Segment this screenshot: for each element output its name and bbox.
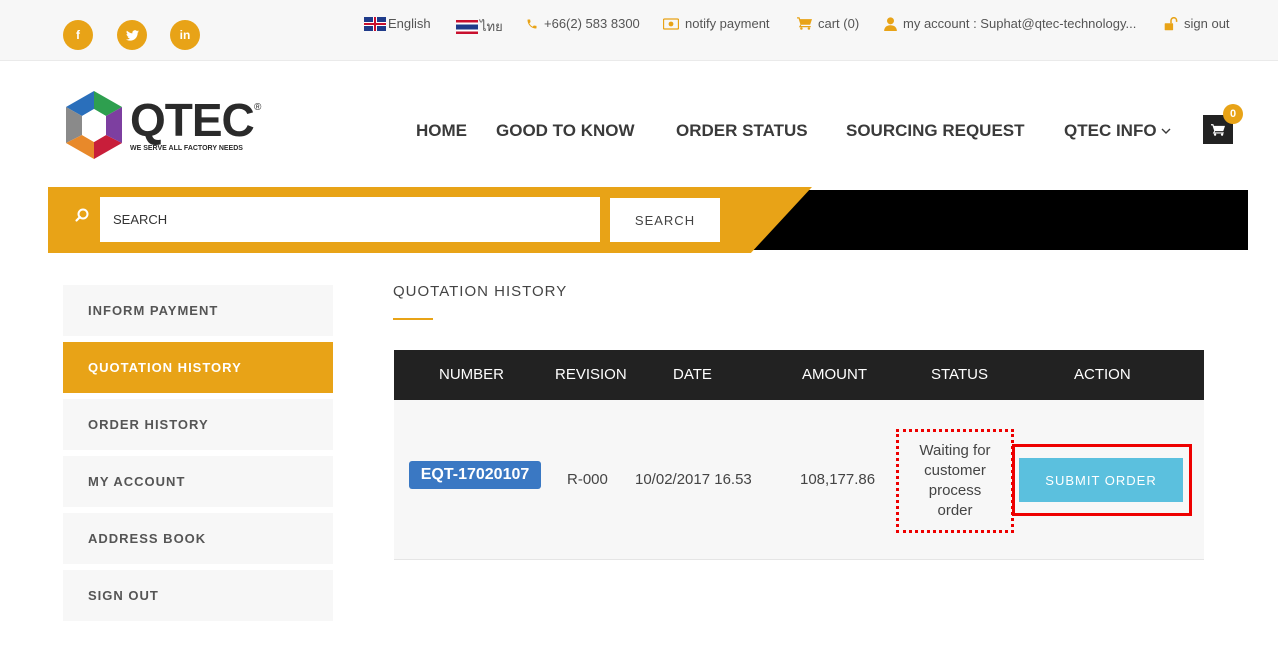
row-amount: 108,177.86 [800, 471, 876, 488]
phone-number: +66(2) 583 8300 [544, 16, 640, 31]
nav-qtec-info-label: QTEC INFO [1064, 121, 1157, 140]
notify-payment-label: notify payment [685, 16, 770, 31]
sidebar-item-inform-payment[interactable]: INFORM PAYMENT [63, 285, 333, 336]
cart-icon [797, 17, 812, 30]
search-icon [75, 208, 89, 222]
uk-flag-icon [364, 16, 386, 31]
nav-home[interactable]: HOME [416, 121, 467, 141]
facebook-icon[interactable]: f [63, 20, 93, 50]
language-thai-label: ไทย [480, 19, 503, 34]
row-status-text: Waiting for customer process order [919, 442, 991, 519]
sidebar-item-address-book[interactable]: ADDRESS BOOK [63, 513, 333, 564]
my-account-label: my account : Suphat@qtec-technology... [903, 16, 1137, 31]
logo-registered-mark: ® [254, 102, 262, 113]
phone-icon [527, 19, 537, 28]
nav-sourcing-request[interactable]: SOURCING REQUEST [846, 121, 1025, 141]
row-date: 10/02/2017 16.53 [635, 471, 752, 488]
title-underline [393, 318, 433, 320]
language-english-label: English [388, 16, 431, 31]
cart-icon [1211, 123, 1225, 136]
sidebar-item-sign-out[interactable]: SIGN OUT [63, 570, 333, 621]
column-header-number: NUMBER [439, 366, 505, 383]
twitter-bird-icon [125, 29, 139, 41]
search-band-dark [740, 190, 1248, 250]
language-thai-link[interactable]: ไทย [456, 16, 503, 37]
notify-payment-link[interactable]: notify payment [663, 16, 770, 31]
money-icon [663, 17, 679, 30]
top-cart-label: cart (0) [818, 16, 860, 31]
my-account-link[interactable]: my account : Suphat@qtec-technology... [884, 16, 1136, 31]
top-sign-out-label: sign out [1184, 16, 1230, 31]
cart-count-badge: 0 [1223, 104, 1243, 124]
nav-qtec-info[interactable]: QTEC INFO [1064, 121, 1171, 141]
search-button[interactable]: SEARCH [610, 198, 720, 242]
quotation-number-badge[interactable]: EQT-17020107 [409, 461, 541, 489]
thai-flag-icon [456, 19, 478, 34]
column-header-date: DATE [673, 366, 712, 383]
nav-good-to-know[interactable]: GOOD TO KNOW [496, 121, 635, 141]
sidebar-item-my-account[interactable]: MY ACCOUNT [63, 456, 333, 507]
twitter-icon[interactable] [117, 20, 147, 50]
logo-tagline: WE SERVE ALL FACTORY NEEDS [130, 145, 243, 152]
linkedin-icon[interactable]: in [170, 20, 200, 50]
row-status: Waiting for customer process order [896, 429, 1014, 533]
row-revision: R-000 [567, 471, 608, 488]
phone-link[interactable]: +66(2) 583 8300 [526, 16, 640, 31]
qtec-logo-mark-icon [66, 91, 122, 159]
unlock-icon [1164, 16, 1178, 30]
language-english-link[interactable]: English [364, 16, 431, 31]
column-header-amount: AMOUNT [802, 366, 867, 383]
top-bar: f in English ไทย +66(2) 583 8300 notify … [0, 0, 1278, 61]
top-sign-out-link[interactable]: sign out [1164, 16, 1230, 31]
submit-order-button[interactable]: SUBMIT ORDER [1019, 458, 1183, 502]
sidebar-item-order-history[interactable]: ORDER HISTORY [63, 399, 333, 450]
sidebar-item-quotation-history[interactable]: QUOTATION HISTORY [63, 342, 333, 393]
search-input[interactable] [100, 197, 600, 242]
nav-order-status[interactable]: ORDER STATUS [676, 121, 808, 141]
logo-wordmark: QTEC [130, 94, 255, 146]
top-cart-link[interactable]: cart (0) [797, 16, 859, 31]
chevron-down-icon [1161, 128, 1171, 134]
user-icon [884, 16, 897, 31]
column-header-status: STATUS [931, 366, 988, 383]
qtec-logo[interactable]: QTEC ® WE SERVE ALL FACTORY NEEDS [62, 89, 262, 161]
column-header-revision: REVISION [555, 366, 627, 383]
column-header-action: ACTION [1074, 366, 1131, 383]
page-title: QUOTATION HISTORY [393, 283, 568, 300]
